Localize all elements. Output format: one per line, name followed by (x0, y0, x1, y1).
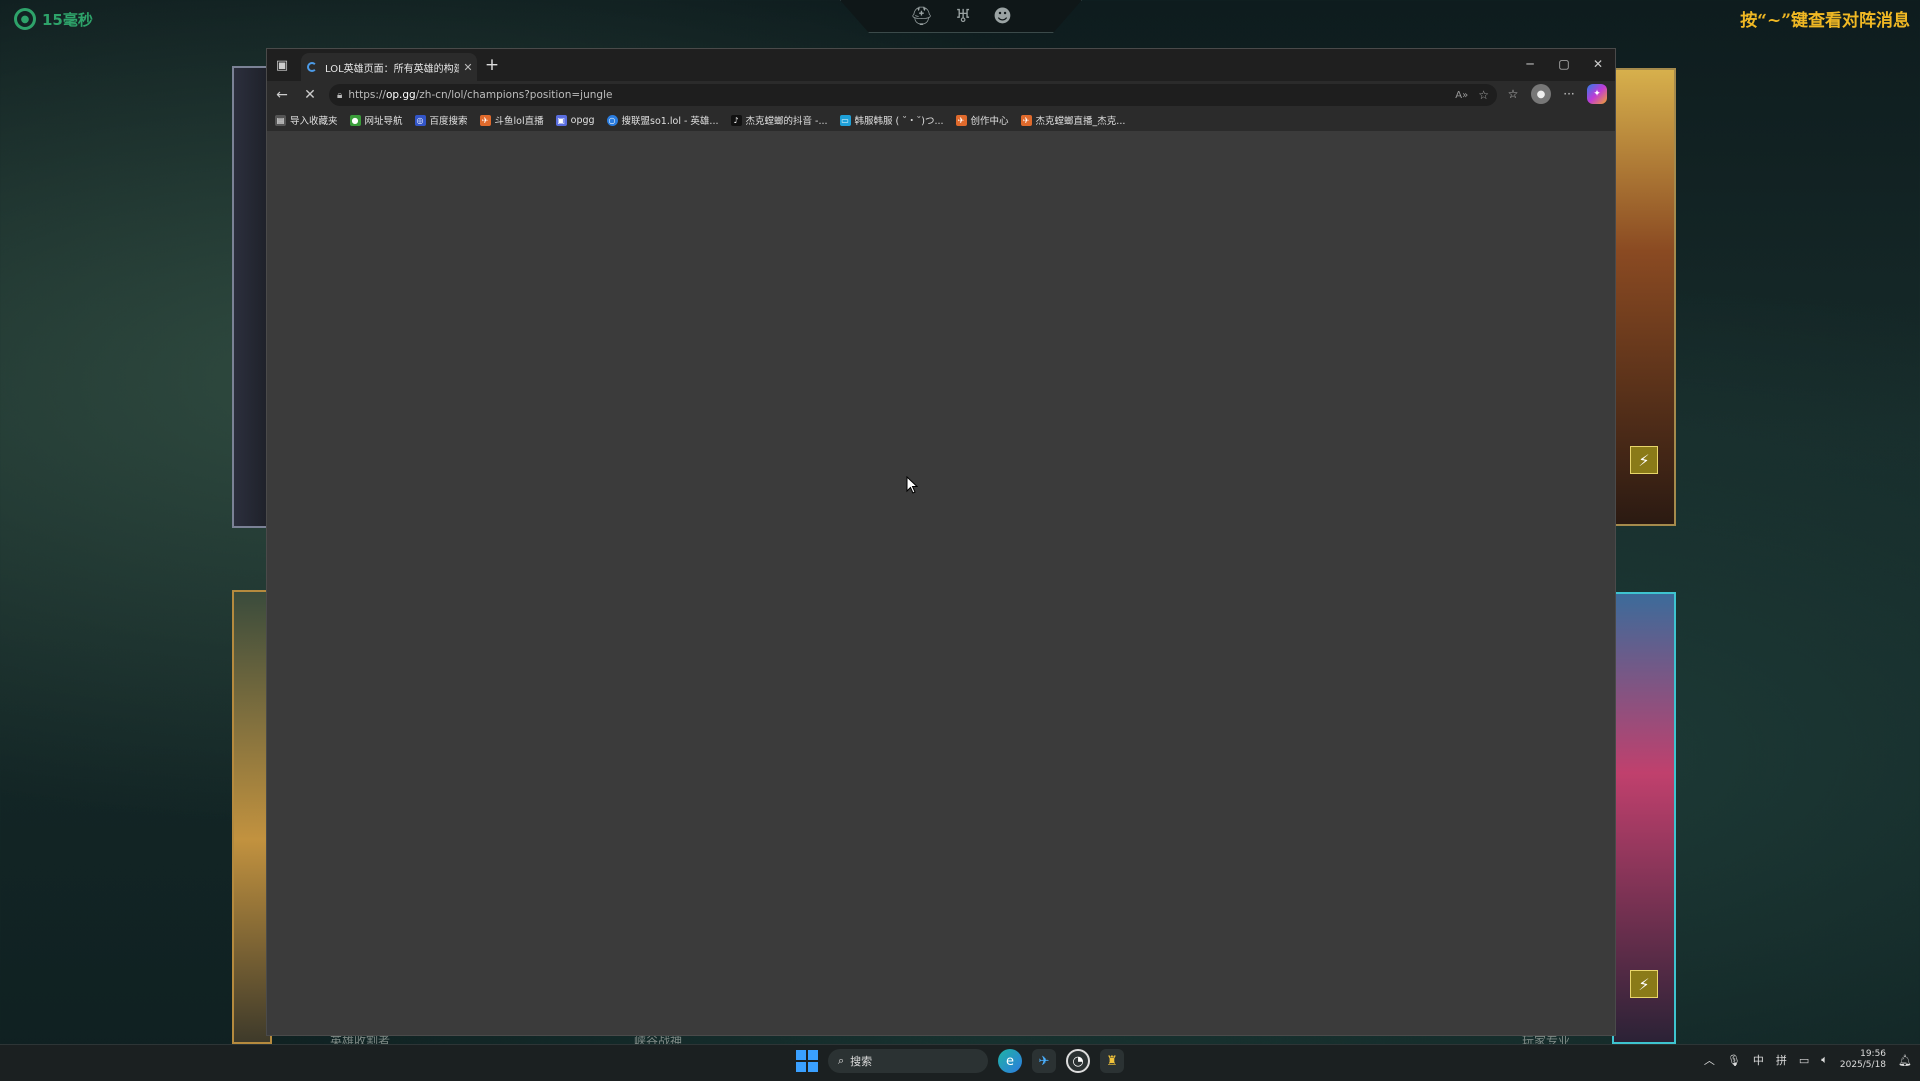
opgg-icon: ▣ (555, 114, 567, 126)
tab-actions-icon[interactable]: ▣ (273, 56, 291, 74)
nav-site-icon: ● (349, 114, 361, 126)
bookmark-item[interactable]: ○ 搜联盟so1.lol - 英雄... (606, 113, 719, 127)
mouse-cursor-icon (906, 476, 918, 494)
bookmark-item[interactable]: ▣ opgg (555, 114, 595, 126)
notification-bell-icon[interactable]: 🔔︎ (1898, 1054, 1912, 1067)
lock-icon[interactable]: 🔒︎ (337, 90, 342, 101)
edge-browser-icon[interactable]: e (998, 1049, 1022, 1073)
so1-icon: ○ (606, 114, 618, 126)
navigation-toolbar: ← ✕ 🔒︎ https://op.gg/zh-cn/lol/champions… (267, 81, 1615, 109)
tab-close-button[interactable]: ✕ (459, 61, 477, 74)
taskbar: ⌕ 搜索 e ✈ ◔ ♜ ︿ 🎙︎ 中 拼 ▭ 🔈︎ 19:56 2025/5/… (0, 1044, 1920, 1081)
bookmark-item[interactable]: ✈ 杰克螳螂直播_杰克... (1020, 113, 1125, 127)
url-text: https://op.gg/zh-cn/lol/champions?positi… (348, 89, 613, 101)
microphone-icon[interactable]: 🎙︎ (1727, 1054, 1741, 1067)
game-top-bar: ⛑ ♅ ☻ (840, 0, 1082, 33)
read-aloud-icon[interactable]: A» (1455, 90, 1468, 101)
bookmark-item[interactable]: ▤ 导入收藏夹 (275, 113, 338, 127)
tiktok-icon: ♪ (730, 114, 742, 126)
more-icon[interactable]: ··· (1559, 84, 1579, 104)
search-placeholder: 搜索 (850, 1055, 873, 1068)
douyu-icon: ✈ (479, 114, 491, 126)
back-icon[interactable]: ← (269, 83, 295, 107)
clock[interactable]: 19:56 2025/5/18 (1840, 1049, 1886, 1071)
browser-window: ▣ LOL英雄页面：所有英雄的构建、 ✕ + ─ ▢ ✕ ← ✕ 🔒︎ http… (266, 48, 1616, 1036)
clock-time: 19:56 (1860, 1049, 1887, 1059)
ping-logo-icon: ● (14, 8, 36, 30)
window-controls: ─ ▢ ✕ (1513, 49, 1615, 79)
volume-icon[interactable]: 🔈︎ (1821, 1053, 1828, 1067)
helmet-icon[interactable]: ⛑ (910, 6, 933, 27)
ime-mode[interactable]: 拼 (1776, 1052, 1787, 1068)
title-bar: ▣ LOL英雄页面：所有英雄的构建、 ✕ + ─ ▢ ✕ (267, 49, 1615, 81)
favorites-icon[interactable]: ☆ (1503, 84, 1523, 104)
page-content[interactable] (267, 131, 1615, 1035)
copilot-icon[interactable]: ✦ (1587, 84, 1607, 104)
flash-spell-icon: ⚡ (1630, 970, 1658, 998)
bookmark-item[interactable]: ✈ 创作中心 (955, 113, 1009, 127)
stop-icon[interactable]: ✕ (297, 83, 323, 107)
import-icon: ▤ (275, 114, 286, 126)
game-client-icon[interactable]: ◔ (1066, 1049, 1090, 1073)
profile-icon[interactable]: ☻ (993, 6, 1012, 27)
search-icon: ⌕ (838, 1054, 845, 1067)
address-bar[interactable]: 🔒︎ https://op.gg/zh-cn/lol/champions?pos… (329, 84, 1497, 106)
windows-start-icon[interactable] (796, 1050, 818, 1072)
taskbar-center: ⌕ 搜索 e ✈ ◔ ♜ (796, 1049, 1124, 1073)
close-icon[interactable]: ✕ (1581, 49, 1615, 79)
new-tab-button[interactable]: + (481, 54, 503, 76)
tab-opgg[interactable]: LOL英雄页面：所有英雄的构建、 ✕ (301, 53, 477, 81)
bookmarks-bar: ▤ 导入收藏夹 ● 网址导航 ◎ 百度搜索 ✈ 斗鱼lol直播 ▣ opgg ○ 搜联盟so… (267, 109, 1615, 132)
clock-date: 2025/5/18 (1839, 1060, 1887, 1070)
system-tray: ︿ 🎙︎ 中 拼 ▭ 🔈︎ 19:56 2025/5/18 🔔︎ (1704, 1049, 1912, 1071)
chevron-up-icon[interactable]: ︿ (1704, 1052, 1715, 1068)
star-icon[interactable]: ☆ (1478, 88, 1489, 102)
flash-spell-icon: ⚡ (1630, 446, 1658, 474)
maximize-icon[interactable]: ▢ (1547, 49, 1581, 79)
douyu-icon: ✈ (955, 114, 967, 126)
tab-title: LOL英雄页面：所有英雄的构建、 (325, 63, 459, 75)
league-icon[interactable]: ♜ (1100, 1049, 1124, 1073)
wings-icon[interactable]: ♅ (955, 6, 971, 27)
baidu-icon: ◎ (414, 114, 426, 126)
bookmark-item[interactable]: ✈ 斗鱼lol直播 (479, 113, 544, 127)
bookmark-item[interactable]: ◎ 百度搜索 (414, 113, 468, 127)
bookmark-item[interactable]: ● 网址导航 (349, 113, 403, 127)
ping-indicator: ● 15毫秒 (14, 8, 93, 30)
browser-tools: ☆ ● ··· ✦ (1503, 84, 1607, 104)
hint-text: 按“~”键查看对阵消息 (1740, 11, 1910, 31)
bookmark-item[interactable]: ♪ 杰克螳螂的抖音 -... (730, 113, 828, 127)
douyu-icon: ✈ (1020, 114, 1032, 126)
app-icon[interactable]: ✈ (1032, 1049, 1056, 1073)
loading-spinner-icon (307, 62, 317, 72)
profile-avatar-icon[interactable]: ● (1531, 84, 1551, 104)
bilibili-icon: ▭ (839, 114, 851, 126)
network-icon[interactable]: ▭ (1799, 1054, 1809, 1067)
taskbar-search[interactable]: ⌕ 搜索 (828, 1049, 988, 1073)
ping-text: 15毫秒 (42, 10, 93, 29)
ime-language[interactable]: 中 (1753, 1052, 1764, 1068)
bookmark-item[interactable]: ▭ 韩服韩服 ( ˘・˘)つ... (839, 113, 944, 127)
minimize-icon[interactable]: ─ (1513, 49, 1547, 79)
